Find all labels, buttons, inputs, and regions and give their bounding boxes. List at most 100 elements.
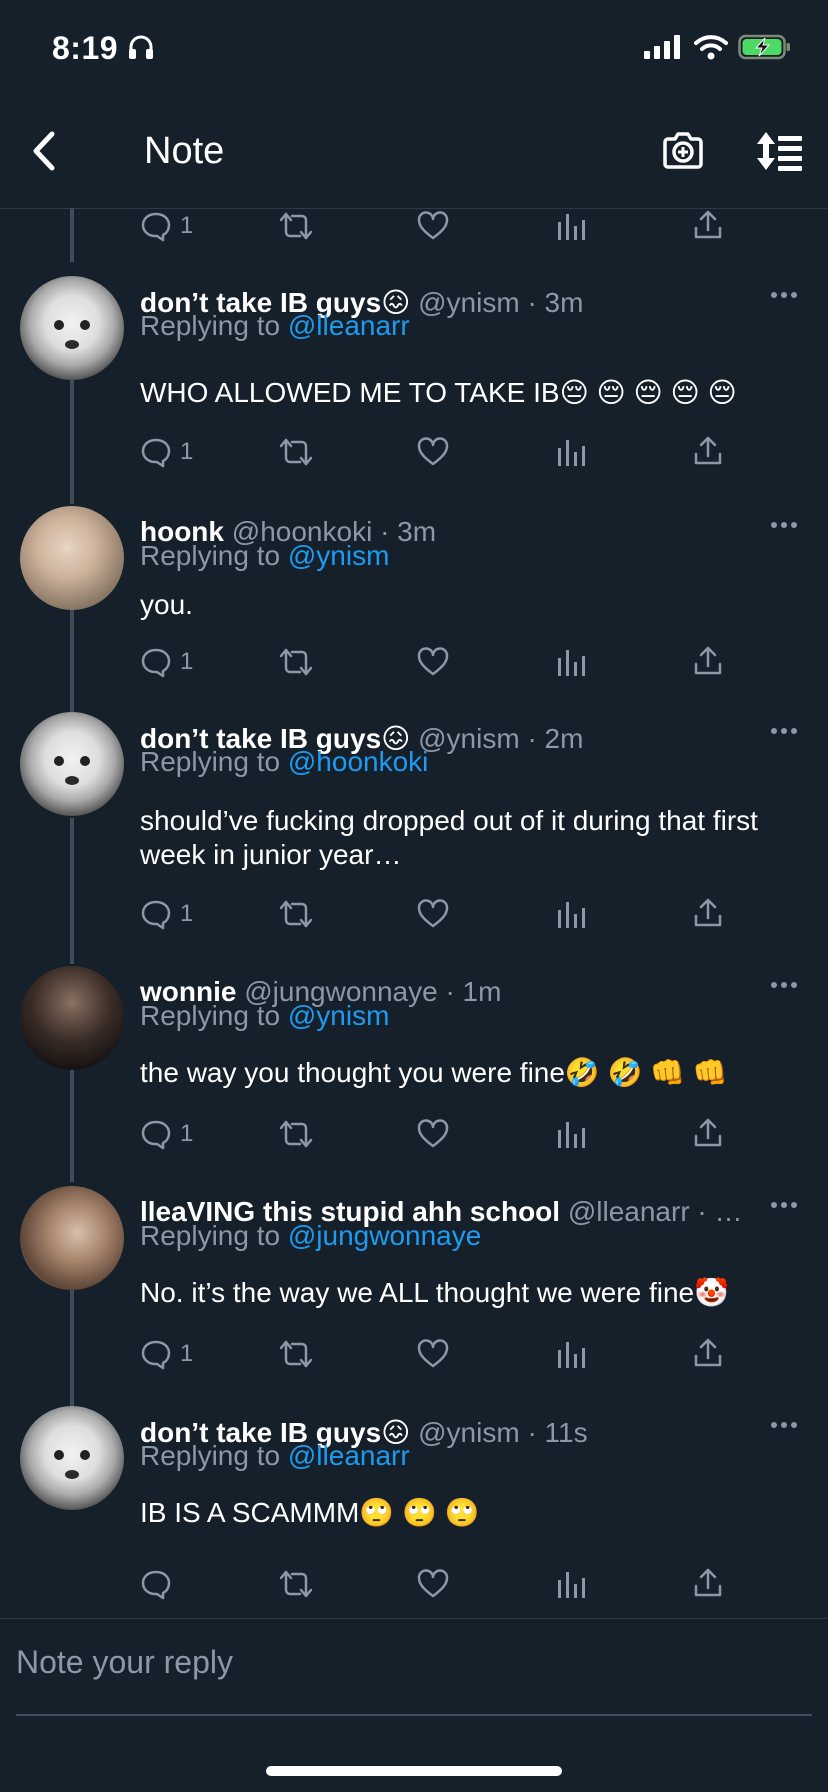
share-icon xyxy=(694,898,722,927)
mention-link[interactable]: @hoonkoki xyxy=(288,746,429,777)
heart-icon xyxy=(417,437,449,466)
share-icon xyxy=(694,1118,722,1147)
share-button[interactable] xyxy=(692,644,724,683)
handle-and-time: @lleanarr · … xyxy=(567,1196,743,1227)
share-icon xyxy=(694,1568,722,1597)
reply-button[interactable]: 1 xyxy=(140,646,193,678)
share-button[interactable] xyxy=(692,896,724,935)
bar-chart-icon xyxy=(558,214,585,240)
heart-icon xyxy=(417,1339,449,1368)
replying-to: Replying to @ynism xyxy=(140,1000,389,1032)
retweet-button[interactable] xyxy=(278,210,314,247)
retweet-icon xyxy=(279,1340,313,1368)
more-options-button[interactable] xyxy=(770,274,798,308)
tweet-text: the way you thought you were fine🤣 🤣 👊 👊 xyxy=(140,1057,728,1088)
reply-button[interactable]: 1 xyxy=(140,1338,193,1370)
share-button[interactable] xyxy=(692,208,724,247)
replying-to-label: Replying to xyxy=(140,1000,288,1031)
comment-icon xyxy=(141,648,171,678)
reply-count: 1 xyxy=(180,438,194,465)
like-button[interactable] xyxy=(416,210,450,247)
avatar[interactable] xyxy=(20,506,124,610)
heart-icon xyxy=(417,1119,449,1148)
retweet-button[interactable] xyxy=(278,1568,314,1605)
share-icon xyxy=(694,1338,722,1367)
reply-button[interactable]: 1 xyxy=(140,898,193,930)
share-button[interactable] xyxy=(692,1566,724,1605)
views-button[interactable] xyxy=(556,898,586,935)
like-button[interactable] xyxy=(416,1118,450,1155)
views-button[interactable] xyxy=(556,1118,586,1155)
comment-icon xyxy=(141,1340,171,1370)
share-button[interactable] xyxy=(692,1336,724,1375)
replying-to-label: Replying to xyxy=(140,540,288,571)
retweet-icon xyxy=(279,438,313,466)
thread-line xyxy=(70,1290,74,1406)
more-options-button[interactable] xyxy=(770,1404,798,1438)
reply-count: 1 xyxy=(180,648,194,675)
like-button[interactable] xyxy=(416,898,450,935)
retweet-icon xyxy=(279,900,313,928)
retweet-icon xyxy=(279,1570,313,1598)
reply-button[interactable]: 1 xyxy=(140,436,193,468)
like-button[interactable] xyxy=(416,1568,450,1605)
reply-input[interactable]: Note your reply xyxy=(16,1644,233,1681)
reply-button[interactable]: 1 xyxy=(140,210,193,242)
more-options-button[interactable] xyxy=(770,710,798,744)
like-button[interactable] xyxy=(416,1338,450,1375)
mention-link[interactable]: @jungwonnaye xyxy=(288,1220,481,1251)
back-button[interactable] xyxy=(26,128,60,179)
camera-plus-icon xyxy=(663,132,703,169)
comment-icon xyxy=(141,438,171,468)
retweet-icon xyxy=(279,212,313,240)
more-horizontal-icon xyxy=(771,292,797,298)
share-icon xyxy=(694,436,722,465)
bar-chart-icon xyxy=(558,440,585,466)
views-button[interactable] xyxy=(556,1568,586,1605)
retweet-button[interactable] xyxy=(278,646,314,683)
more-options-button[interactable] xyxy=(770,1184,798,1218)
views-button[interactable] xyxy=(556,1338,586,1375)
mention-link[interactable]: @lleanarr xyxy=(288,310,410,341)
comment-icon xyxy=(141,1120,171,1150)
status-indicators xyxy=(644,34,792,60)
more-options-button[interactable] xyxy=(770,504,798,538)
tweet-text: No. it’s the way we ALL thought we were … xyxy=(140,1277,729,1308)
replying-to: Replying to @hoonkoki xyxy=(140,746,428,778)
retweet-button[interactable] xyxy=(278,436,314,473)
retweet-button[interactable] xyxy=(278,1118,314,1155)
share-button[interactable] xyxy=(692,1116,724,1155)
tweet-text: should’ve fucking dropped out of it duri… xyxy=(140,805,758,870)
retweet-button[interactable] xyxy=(278,1338,314,1375)
more-horizontal-icon xyxy=(771,728,797,734)
mention-link[interactable]: @ynism xyxy=(288,1000,390,1031)
reply-bar-divider xyxy=(0,1618,828,1619)
reply-button[interactable] xyxy=(140,1568,180,1600)
mention-link[interactable]: @lleanarr xyxy=(288,1440,410,1471)
views-button[interactable] xyxy=(556,436,586,473)
more-options-button[interactable] xyxy=(770,964,798,998)
like-button[interactable] xyxy=(416,646,450,683)
replying-to: Replying to @ynism xyxy=(140,540,389,572)
avatar[interactable] xyxy=(20,1186,124,1290)
reply-count: 1 xyxy=(180,1120,194,1147)
avatar[interactable] xyxy=(20,276,124,380)
camera-button[interactable] xyxy=(660,128,706,179)
views-button[interactable] xyxy=(556,210,586,247)
thread-line xyxy=(70,1070,74,1182)
share-button[interactable] xyxy=(692,434,724,473)
more-horizontal-icon xyxy=(771,1202,797,1208)
sort-button[interactable] xyxy=(754,128,804,179)
avatar[interactable] xyxy=(20,712,124,816)
reply-count: 1 xyxy=(180,900,194,927)
like-button[interactable] xyxy=(416,436,450,473)
share-icon xyxy=(694,646,722,675)
top-action-row: 1 xyxy=(0,208,828,248)
avatar[interactable] xyxy=(20,1406,124,1510)
avatar[interactable] xyxy=(20,966,124,1070)
reply-button[interactable]: 1 xyxy=(140,1118,193,1150)
retweet-button[interactable] xyxy=(278,898,314,935)
bar-chart-icon xyxy=(558,1572,585,1598)
mention-link[interactable]: @ynism xyxy=(288,540,390,571)
views-button[interactable] xyxy=(556,646,586,683)
